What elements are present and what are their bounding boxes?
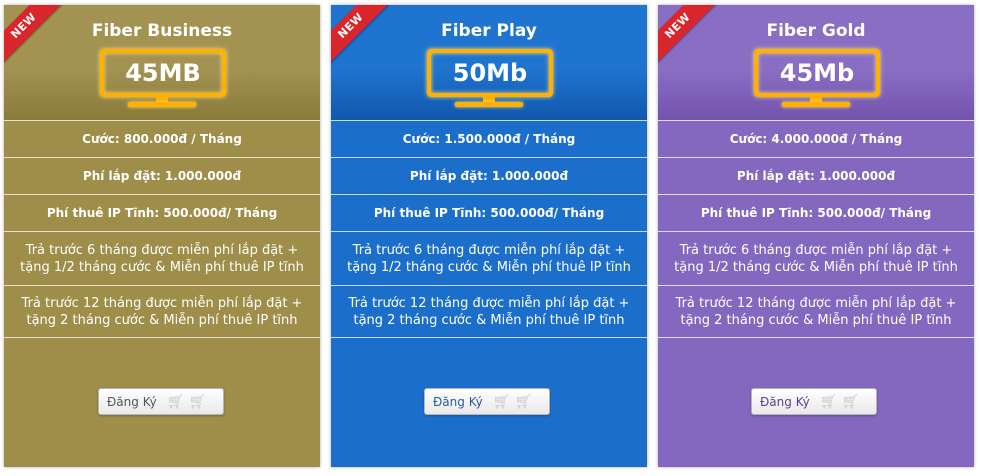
plan-title: Fiber Play	[441, 21, 537, 41]
promo-6-months: Trả trước 6 tháng được miễn phí lắp đặt …	[658, 231, 974, 285]
plan-title: Fiber Business	[91, 21, 233, 41]
register-button[interactable]: Đăng Ký 🛒︎ 🛒︎	[424, 388, 550, 415]
register-button-label: Đăng Ký	[433, 394, 483, 409]
speed-label: 45Mb	[754, 49, 880, 97]
register-button-label: Đăng Ký	[107, 394, 157, 409]
register-button-label: Đăng Ký	[760, 394, 810, 409]
static-ip-fee: Phí thuê IP Tĩnh: 500.000đ/ Tháng	[331, 194, 647, 231]
monthly-fee: Cước: 1.500.000đ / Tháng	[331, 120, 647, 157]
speed-label: 50Mb	[427, 49, 553, 97]
plan-title: Fiber Gold	[766, 21, 866, 41]
install-fee: Phí lắp đặt: 1.000.000đ	[658, 157, 974, 194]
promo-12-months: Trả trước 12 tháng được miễn phí lắp đặt…	[658, 285, 974, 338]
promo-12-months: Trả trước 12 tháng được miễn phí lắp đặt…	[331, 285, 647, 338]
promo-6-months: Trả trước 6 tháng được miễn phí lắp đặt …	[331, 231, 647, 285]
cart-icon: 🛒︎	[841, 393, 860, 410]
monthly-fee: Cước: 4.000.000đ / Tháng	[658, 120, 974, 157]
plan-header: NEW Fiber Gold 45Mb	[658, 5, 974, 120]
plan-card-fiber-business: NEW Fiber Business 45MB Cước: 800.000đ /…	[4, 5, 320, 467]
tv-icon: 50Mb	[417, 47, 561, 107]
speed-label: 45MB	[100, 49, 226, 97]
plan-header: NEW Fiber Business 45MB	[4, 5, 320, 120]
monthly-fee: Cước: 800.000đ / Tháng	[4, 120, 320, 157]
install-fee: Phí lắp đặt: 1.000.000đ	[4, 157, 320, 194]
register-button[interactable]: Đăng Ký 🛒︎ 🛒︎	[98, 388, 224, 415]
static-ip-fee: Phí thuê IP Tĩnh: 500.000đ/ Tháng	[658, 194, 974, 231]
cart-icon: 🛒︎	[166, 393, 185, 410]
tv-icon: 45MB	[90, 47, 234, 107]
promo-12-months: Trả trước 12 tháng được miễn phí lắp đặt…	[4, 285, 320, 338]
tv-icon: 45Mb	[744, 47, 888, 107]
install-fee: Phí lắp đặt: 1.000.000đ	[331, 157, 647, 194]
cart-icon: 🛒︎	[514, 393, 533, 410]
register-button[interactable]: Đăng Ký 🛒︎ 🛒︎	[751, 388, 877, 415]
promo-6-months: Trả trước 6 tháng được miễn phí lắp đặt …	[4, 231, 320, 285]
cart-icon: 🛒︎	[492, 393, 511, 410]
plan-card-fiber-gold: NEW Fiber Gold 45Mb Cước: 4.000.000đ / T…	[658, 5, 974, 467]
plan-header: NEW Fiber Play 50Mb	[331, 5, 647, 120]
cart-icon: 🛒︎	[188, 393, 207, 410]
plan-card-fiber-play: NEW Fiber Play 50Mb Cước: 1.500.000đ / T…	[331, 5, 647, 467]
cart-icon: 🛒︎	[819, 393, 838, 410]
static-ip-fee: Phí thuê IP Tĩnh: 500.000đ/ Tháng	[4, 194, 320, 231]
